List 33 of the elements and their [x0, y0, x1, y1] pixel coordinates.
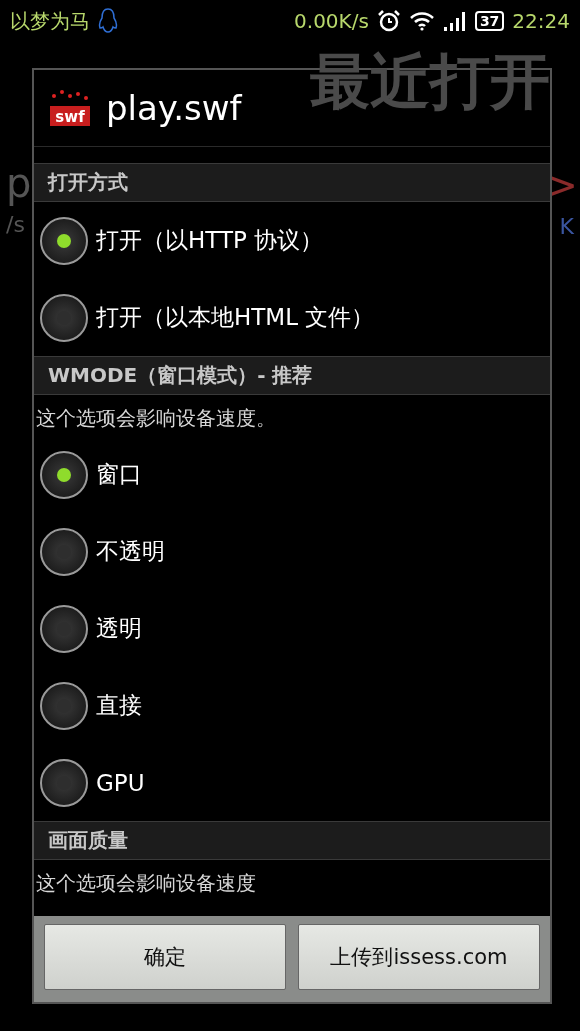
penguin-icon: [98, 8, 118, 34]
background-text: p: [6, 160, 32, 206]
clock-time: 22:24: [512, 9, 570, 33]
battery-level: 37: [474, 11, 505, 31]
background-text: K: [559, 214, 574, 239]
section-note: 这个选项会影响设备速度: [35, 870, 257, 897]
wifi-icon: [408, 11, 435, 31]
radio-button[interactable]: [40, 758, 88, 807]
radio-button[interactable]: [40, 681, 88, 730]
radio-button[interactable]: [40, 527, 88, 576]
network-speed: 0.00K/s: [294, 9, 369, 33]
option-label[interactable]: 窗口: [96, 459, 142, 490]
option-label[interactable]: 不透明: [96, 536, 165, 567]
option-label[interactable]: 打开（以HTTP 协议）: [96, 225, 324, 256]
option-label[interactable]: 打开（以本地HTML 文件）: [96, 302, 375, 333]
signal-icon: [442, 11, 467, 31]
dialog-button[interactable]: 上传到issess.com: [298, 924, 540, 990]
section-header: 打开方式: [34, 163, 550, 202]
option-label[interactable]: GPU: [96, 769, 145, 796]
section-header: 画面质量: [34, 821, 550, 860]
radio-button[interactable]: [40, 450, 88, 499]
background-text: /s: [6, 212, 25, 237]
dialog-button[interactable]: 确定: [44, 924, 286, 990]
alarm-icon: [376, 9, 401, 33]
option-label[interactable]: 直接: [96, 690, 142, 721]
radio-button[interactable]: [40, 216, 88, 265]
radio-button[interactable]: [40, 604, 88, 653]
section-note: 这个选项会影响设备速度。: [35, 405, 277, 432]
dialog-title: play.swf: [106, 88, 242, 128]
option-label[interactable]: 透明: [96, 613, 142, 644]
section-header: WMODE（窗口模式）- 推荐: [34, 356, 550, 395]
carrier-name: 以梦为马: [10, 7, 90, 35]
radio-button[interactable]: [40, 293, 88, 342]
